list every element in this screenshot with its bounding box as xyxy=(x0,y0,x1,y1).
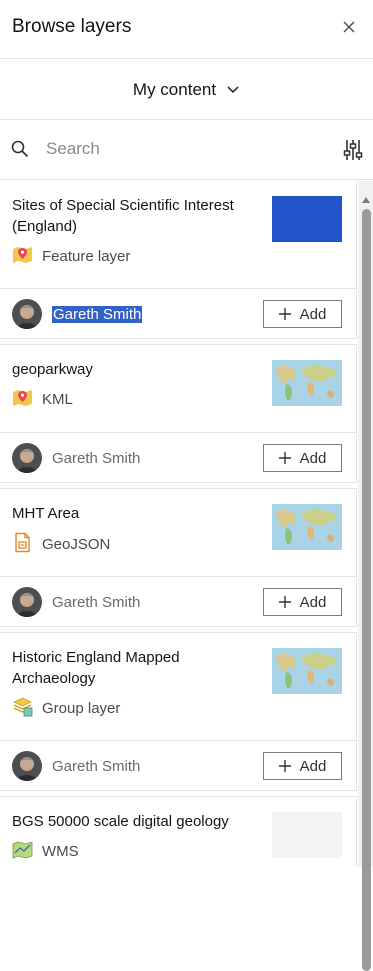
geojson-file-icon xyxy=(12,532,33,557)
layer-card[interactable]: geoparkway KML Gareth Smith Add xyxy=(0,344,357,483)
layer-title: BGS 50000 scale digital geology xyxy=(12,813,229,830)
layer-thumbnail xyxy=(272,504,342,550)
panel-header: Browse layers xyxy=(0,0,373,59)
layer-thumbnail xyxy=(272,360,342,406)
layer-title: geoparkway xyxy=(12,361,93,378)
add-button-label: Add xyxy=(299,757,327,775)
plus-icon xyxy=(278,596,291,608)
layer-type: Feature layer xyxy=(12,245,130,268)
layer-title: Historic England Mapped Archaeology xyxy=(12,649,180,687)
owner-name: Gareth Smith xyxy=(52,757,141,775)
chevron-down-icon xyxy=(226,80,240,100)
layer-owner: Gareth Smith xyxy=(12,443,140,473)
feature-layer-pin-icon xyxy=(12,245,33,268)
avatar xyxy=(12,443,42,473)
layer-thumbnail xyxy=(272,196,342,242)
layer-type-label: Feature layer xyxy=(42,248,131,265)
layer-type: GeoJSON xyxy=(12,532,110,557)
add-button[interactable]: Add xyxy=(263,300,342,328)
source-dropdown[interactable]: My content xyxy=(127,76,246,104)
layer-title: Sites of Special Scientific Interest (En… xyxy=(12,197,234,235)
layer-type-label: GeoJSON xyxy=(42,536,111,553)
search-input[interactable] xyxy=(42,134,330,164)
plus-icon xyxy=(278,760,291,772)
layer-type: WMS xyxy=(12,840,79,863)
wms-map-icon xyxy=(12,840,33,863)
avatar xyxy=(12,587,42,617)
kml-pin-icon xyxy=(12,388,33,411)
layer-type-label: KML xyxy=(42,391,73,408)
close-icon[interactable] xyxy=(339,17,359,37)
add-button[interactable]: Add xyxy=(263,752,342,780)
search-icon xyxy=(11,140,29,163)
add-button[interactable]: Add xyxy=(263,588,342,616)
add-button-label: Add xyxy=(299,305,327,323)
add-button[interactable]: Add xyxy=(263,444,342,472)
scrollbar-thumb[interactable] xyxy=(362,209,371,971)
layer-owner: Gareth Smith xyxy=(12,751,140,781)
layer-thumbnail xyxy=(272,648,342,694)
layer-thumbnail xyxy=(272,812,342,858)
layer-type-label: WMS xyxy=(42,843,79,860)
list-scrollbar[interactable] xyxy=(358,181,373,971)
scroll-up-arrow-icon[interactable] xyxy=(361,191,371,209)
plus-icon xyxy=(278,452,291,464)
layer-type: Group layer xyxy=(12,696,120,721)
plus-icon xyxy=(278,308,291,320)
add-button-label: Add xyxy=(299,593,327,611)
source-row: My content xyxy=(0,60,373,120)
owner-name: Gareth Smith xyxy=(52,449,141,467)
owner-name: Gareth Smith xyxy=(52,305,143,323)
layer-card[interactable]: MHT Area GeoJSON Gareth Smith Add xyxy=(0,488,357,627)
panel-title: Browse layers xyxy=(12,16,132,37)
layer-title: MHT Area xyxy=(12,505,80,522)
layer-card[interactable]: Historic England Mapped Archaeology Grou… xyxy=(0,632,357,791)
layer-card[interactable]: Sites of Special Scientific Interest (En… xyxy=(0,181,357,339)
layer-type: KML xyxy=(12,388,73,411)
layer-list: Sites of Special Scientific Interest (En… xyxy=(0,181,358,867)
layer-owner: Gareth Smith xyxy=(12,587,140,617)
group-layer-icon xyxy=(12,696,33,721)
layer-type-label: Group layer xyxy=(42,700,121,717)
layer-owner: Gareth Smith xyxy=(12,299,143,329)
owner-name: Gareth Smith xyxy=(52,593,141,611)
source-dropdown-label: My content xyxy=(132,79,217,99)
add-button-label: Add xyxy=(299,449,327,467)
avatar xyxy=(12,751,42,781)
search-bar xyxy=(0,120,373,180)
layer-card[interactable]: BGS 50000 scale digital geology WMS xyxy=(0,796,357,867)
filter-sliders-icon[interactable] xyxy=(343,139,363,166)
avatar xyxy=(12,299,42,329)
